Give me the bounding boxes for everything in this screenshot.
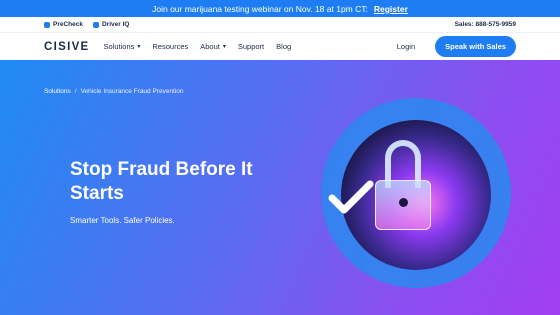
speak-with-sales-button[interactable]: Speak with Sales: [435, 36, 516, 57]
shield-icon: [93, 21, 99, 28]
utility-bar: PreCheck Driver IQ Sales: 888-575-9959: [0, 17, 560, 32]
breadcrumb-current: Vehicle Insurance Fraud Prevention: [80, 88, 184, 95]
announcement-text: Join our marijuana testing webinar on No…: [152, 3, 368, 14]
breadcrumb-separator: /: [74, 88, 77, 95]
breadcrumb: Solutions / Vehicle Insurance Fraud Preven…: [44, 88, 184, 95]
chevron-down-icon: ▾: [222, 44, 226, 50]
chevron-down-icon: ▾: [137, 44, 141, 50]
sales-phone[interactable]: Sales: 888-575-9959: [455, 21, 516, 28]
announcement-bar: Join our marijuana testing webinar on No…: [0, 0, 560, 17]
brand-precheck[interactable]: PreCheck: [44, 21, 83, 28]
breadcrumb-parent[interactable]: Solutions: [44, 88, 71, 95]
page-title: Stop Fraud Before It Starts: [70, 159, 253, 204]
nav-menu: Solutions ▾ Resources About ▾ Support Bl…: [104, 42, 292, 51]
register-link[interactable]: Register: [374, 4, 408, 14]
shield-icon: [44, 21, 50, 28]
login-link[interactable]: Login: [397, 42, 415, 51]
check-icon: [328, 180, 374, 214]
nav-item-about[interactable]: About ▾: [200, 42, 226, 51]
nav-item-label: Solutions: [103, 42, 135, 51]
nav-item-blog[interactable]: Blog: [276, 42, 291, 51]
nav-item-label: Resources: [152, 42, 189, 51]
nav-item-label: Blog: [276, 42, 292, 51]
keyhole: [399, 198, 408, 207]
brand-precheck-label: PreCheck: [53, 21, 83, 28]
nav-item-resources[interactable]: Resources: [152, 42, 188, 51]
hero-subtitle: Smarter Tools. Safer Policies.: [70, 216, 175, 225]
brand-driveriq-label: Driver IQ: [102, 21, 130, 28]
nav-item-label: About: [200, 42, 220, 51]
logo[interactable]: CISIVE: [44, 41, 90, 53]
nav-item-solutions[interactable]: Solutions ▾: [104, 42, 141, 51]
nav-item-label: Support: [237, 42, 265, 51]
nav-item-support[interactable]: Support: [238, 42, 264, 51]
brand-driveriq[interactable]: Driver IQ: [93, 21, 129, 28]
main-nav: CISIVE Solutions ▾ Resources About ▾ Sup…: [0, 32, 560, 60]
